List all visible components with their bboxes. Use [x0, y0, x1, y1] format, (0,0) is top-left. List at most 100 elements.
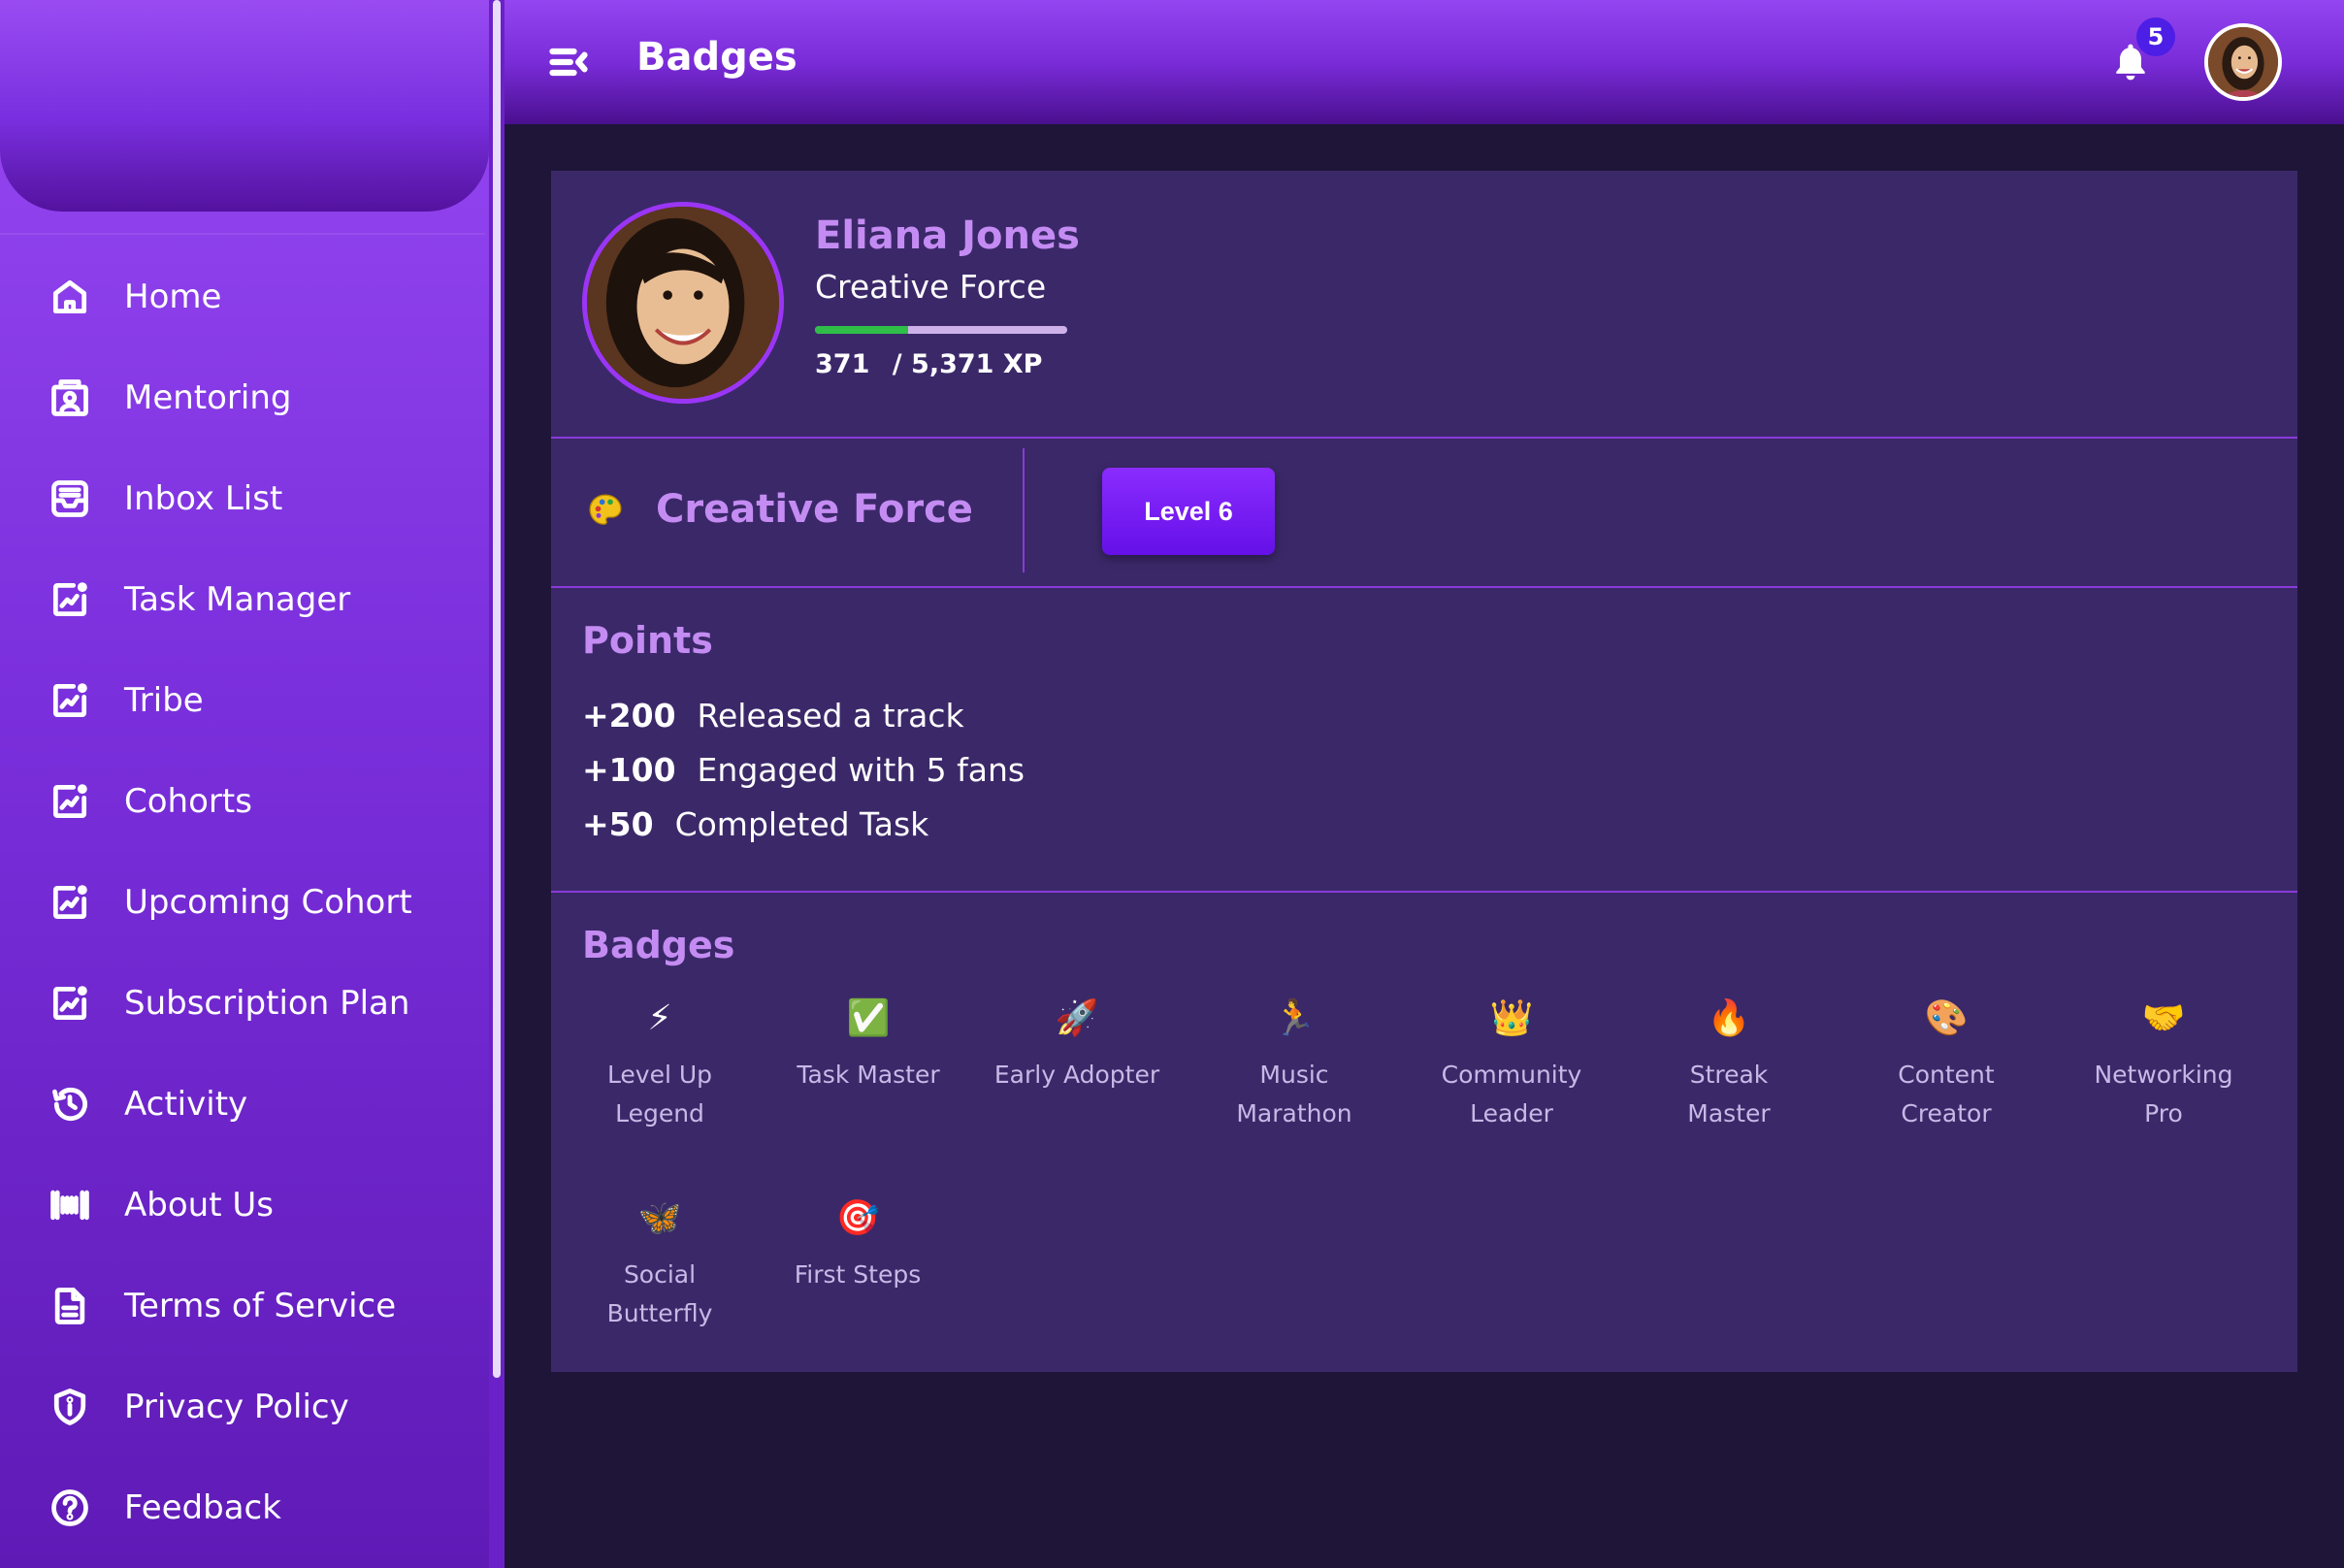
- rocket-icon: 🚀: [1055, 998, 1099, 1038]
- sidebar-item-upcoming-cohort[interactable]: Upcoming Cohort: [47, 875, 412, 930]
- sidebar-item-about-us[interactable]: About Us: [47, 1178, 274, 1232]
- badge-label: First Steps: [794, 1260, 922, 1289]
- xp-progress-bar: [815, 326, 1067, 334]
- chart-icon: [47, 879, 93, 926]
- point-entry: +200 Released a track: [582, 697, 964, 735]
- xp-readout: 371 / 5,371 XP: [815, 349, 1042, 379]
- sidebar-item-label: Privacy Policy: [124, 1388, 349, 1426]
- history-icon: [47, 1081, 93, 1127]
- checkmark-icon: ✅: [846, 998, 891, 1038]
- badge-label: Networking Pro: [2094, 1061, 2233, 1127]
- sidebar-item-label: Home: [124, 278, 222, 316]
- badge-label: Streak Master: [1687, 1061, 1771, 1127]
- badge-community-leader[interactable]: 👑 Community Leader: [1405, 999, 1618, 1133]
- point-value: +50: [582, 805, 654, 843]
- section-divider: [551, 586, 2297, 588]
- badge-level-up-legend[interactable]: ⚡ Level Up Legend: [553, 999, 766, 1133]
- section-divider: [551, 437, 2297, 439]
- palette-icon: [586, 491, 625, 530]
- level-vertical-divider: [1023, 448, 1025, 572]
- user-avatar[interactable]: [2204, 23, 2282, 101]
- sidebar-item-cohorts[interactable]: Cohorts: [47, 774, 252, 829]
- sidebar-header: [0, 0, 489, 212]
- point-entry: +100 Engaged with 5 fans: [582, 751, 1025, 789]
- badges-card: Eliana Jones Creative Force 371 / 5,371 …: [551, 171, 2297, 1372]
- sidebar-item-task-manager[interactable]: Task Manager: [47, 572, 350, 627]
- sidebar: Home Mentoring Inbox List Task Manager T…: [0, 0, 493, 1568]
- point-label: Released a track: [697, 697, 964, 735]
- badge-task-master[interactable]: ✅ Task Master: [762, 999, 975, 1094]
- crown-icon: 👑: [1489, 998, 1534, 1038]
- level-title: Creative Force: [656, 487, 973, 532]
- xp-total: / 5,371 XP: [892, 349, 1043, 379]
- document-icon: [47, 1283, 93, 1329]
- chart-icon: [47, 778, 93, 825]
- sidebar-item-label: Subscription Plan: [124, 984, 410, 1023]
- shield-icon: [47, 1384, 93, 1430]
- page-title: Badges: [636, 35, 798, 80]
- handshake-icon: 🤝: [2141, 998, 2186, 1038]
- sidebar-scrollbar[interactable]: [489, 0, 505, 1568]
- badge-label: Community Leader: [1441, 1061, 1582, 1127]
- sidebar-item-feedback[interactable]: Feedback: [47, 1481, 281, 1535]
- point-value: +100: [582, 751, 676, 789]
- lightning-icon: ⚡: [647, 998, 672, 1038]
- badge-label: Social Butterfly: [606, 1260, 713, 1327]
- badge-early-adopter[interactable]: 🚀 Early Adopter: [970, 999, 1184, 1094]
- sidebar-item-label: Cohorts: [124, 782, 252, 821]
- points-title: Points: [582, 619, 713, 662]
- butterfly-icon: 🦋: [637, 1198, 682, 1238]
- point-value: +200: [582, 697, 676, 735]
- sidebar-item-label: About Us: [124, 1186, 274, 1225]
- sidebar-item-label: Tribe: [124, 681, 204, 720]
- mentoring-icon: [47, 375, 93, 421]
- section-divider: [551, 891, 2297, 893]
- badge-networking-pro[interactable]: 🤝 Networking Pro: [2057, 999, 2270, 1133]
- sidebar-item-label: Inbox List: [124, 479, 283, 518]
- target-icon: 🎯: [835, 1198, 880, 1238]
- badge-content-creator[interactable]: 🎨 Content Creator: [1839, 999, 2053, 1133]
- sidebar-item-label: Task Manager: [124, 580, 351, 619]
- xp-progress-fill: [815, 326, 909, 334]
- profile-role: Creative Force: [815, 268, 1047, 306]
- chart-icon: [47, 677, 93, 724]
- sidebar-item-label: Upcoming Cohort: [124, 883, 412, 922]
- help-icon: [47, 1485, 93, 1531]
- chart-icon: [47, 980, 93, 1027]
- sidebar-item-home[interactable]: Home: [47, 270, 221, 324]
- badge-label: Level Up Legend: [606, 1061, 713, 1127]
- home-icon: [47, 274, 93, 320]
- palette-icon: 🎨: [1924, 998, 1969, 1038]
- badge-music-marathon[interactable]: 🏃 Music Marathon: [1188, 999, 1401, 1133]
- sidebar-item-activity[interactable]: Activity: [47, 1077, 247, 1131]
- fire-icon: 🔥: [1707, 998, 1751, 1038]
- profile-avatar: [582, 202, 784, 404]
- badges-title: Badges: [582, 924, 735, 966]
- sidebar-item-inbox-list[interactable]: Inbox List: [47, 472, 282, 526]
- barcode-icon: [47, 1182, 93, 1228]
- sidebar-item-label: Feedback: [124, 1488, 281, 1527]
- sidebar-divider: [0, 233, 485, 235]
- sidebar-item-terms-of-service[interactable]: Terms of Service: [47, 1279, 396, 1333]
- badge-first-steps[interactable]: 🎯 First Steps: [751, 1199, 964, 1294]
- sidebar-item-privacy-policy[interactable]: Privacy Policy: [47, 1380, 349, 1434]
- menu-toggle-button[interactable]: [547, 41, 590, 83]
- badge-label: Content Creator: [1898, 1061, 1995, 1127]
- point-entry: +50 Completed Task: [582, 805, 928, 843]
- notification-count-badge: 5: [2136, 17, 2175, 56]
- badge-streak-master[interactable]: 🔥 Streak Master: [1622, 999, 1836, 1133]
- profile-name: Eliana Jones: [815, 213, 1080, 258]
- badge-label: Music Marathon: [1236, 1061, 1352, 1127]
- sidebar-scrollbar-thumb[interactable]: [493, 0, 501, 1378]
- sidebar-item-tribe[interactable]: Tribe: [47, 673, 204, 728]
- chart-icon: [47, 576, 93, 623]
- point-label: Completed Task: [674, 805, 929, 843]
- runner-icon: 🏃: [1272, 998, 1317, 1038]
- sidebar-item-mentoring[interactable]: Mentoring: [47, 371, 292, 425]
- sidebar-item-label: Terms of Service: [124, 1287, 397, 1325]
- badge-label: Task Master: [797, 1061, 940, 1089]
- avatar-photo: [2208, 27, 2278, 97]
- level-button[interactable]: Level 6: [1102, 468, 1275, 555]
- badge-social-butterfly[interactable]: 🦋 Social Butterfly: [553, 1199, 766, 1333]
- sidebar-item-subscription-plan[interactable]: Subscription Plan: [47, 976, 409, 1030]
